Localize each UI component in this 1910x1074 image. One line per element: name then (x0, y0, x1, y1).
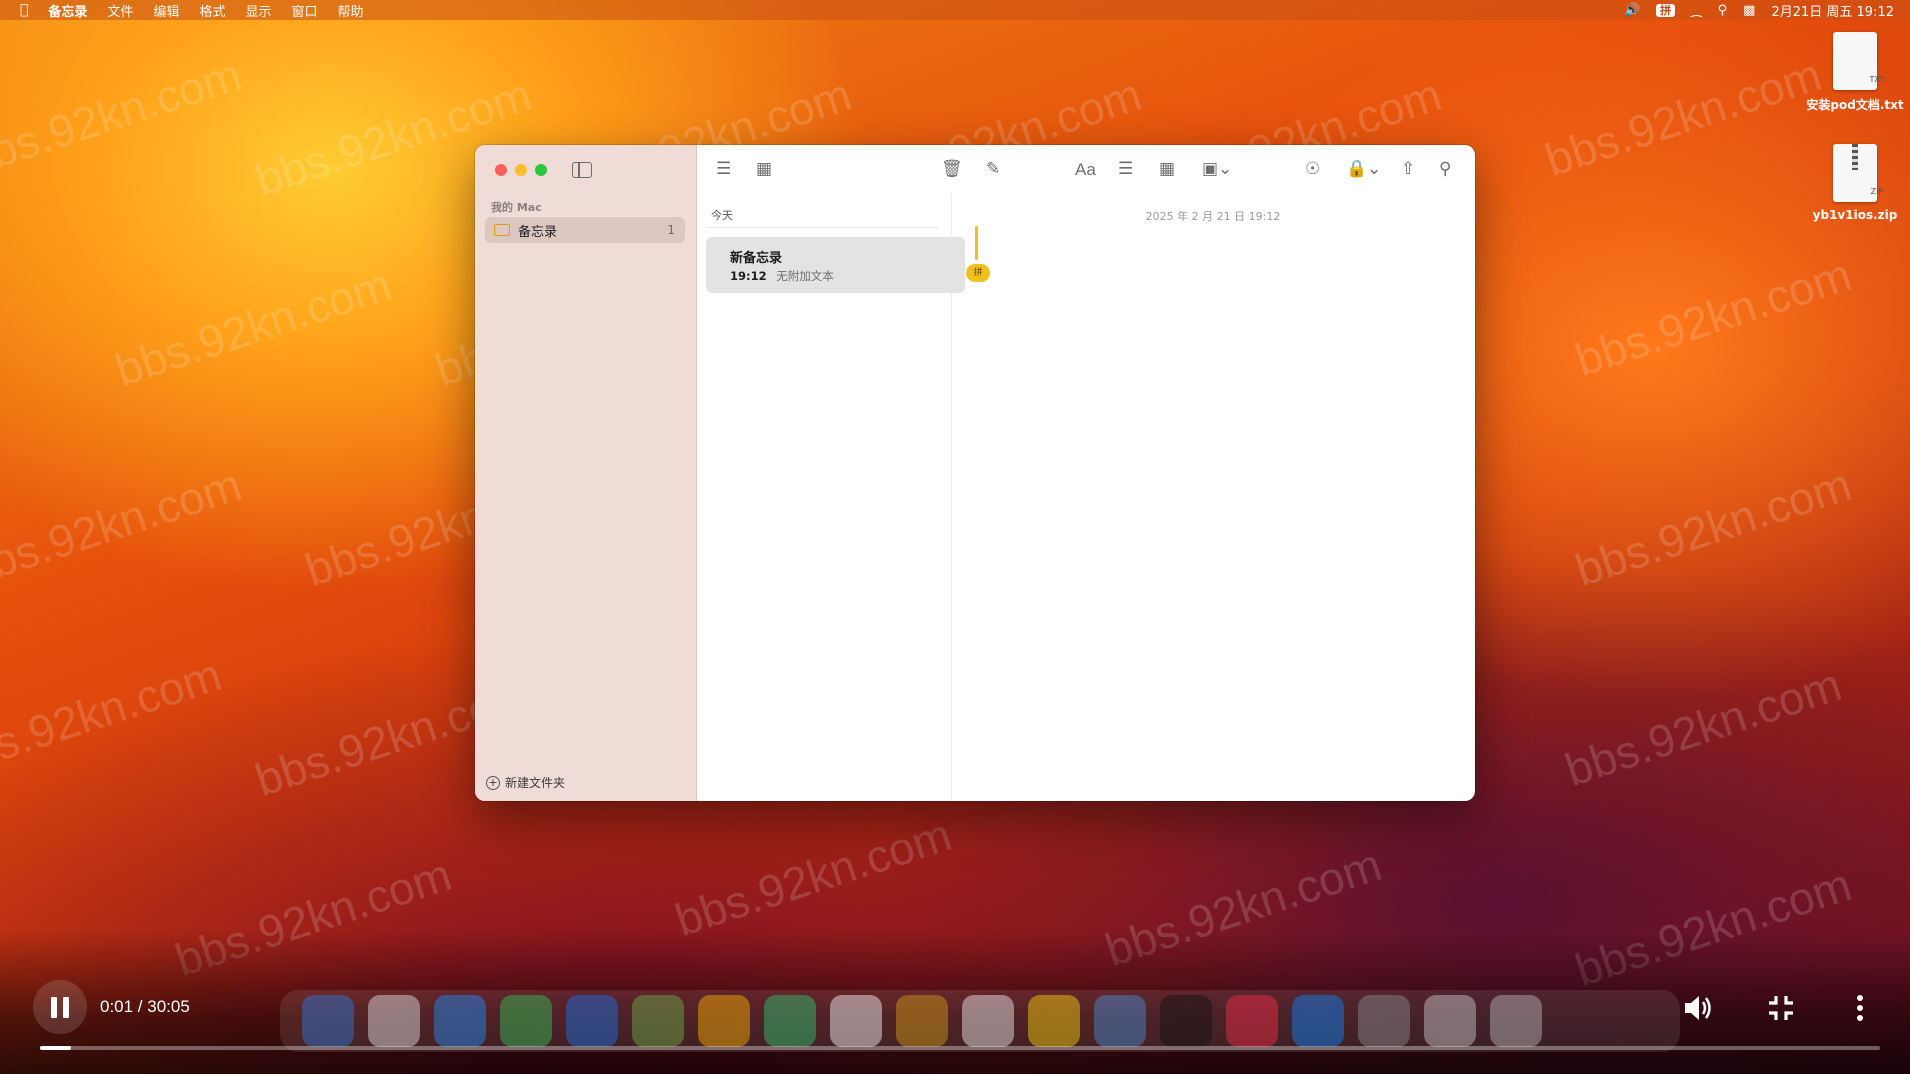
list-group-header: 今天 (711, 209, 733, 222)
media-icon[interactable]: ▣⌄ (1202, 161, 1232, 178)
watermark-text: bbs.92kn.com (668, 808, 958, 946)
folder-count: 1 (667, 223, 675, 237)
text-format-icon[interactable]: Aa (1075, 161, 1096, 178)
note-date: 2025 年 2 月 21 日 19:12 (1145, 210, 1281, 223)
contacts-icon[interactable] (896, 995, 948, 1047)
freeform-icon[interactable] (1094, 995, 1146, 1047)
watermark-text: bbs.92kn.com (1558, 658, 1848, 796)
music-icon[interactable] (1226, 995, 1278, 1047)
spotlight-search-icon[interactable]: ⚲ (1710, 3, 1736, 18)
watermark-text: bbs.92kn.com (108, 258, 398, 396)
notes-window: 我的 Mac 备忘录 1 + 新建文件夹 ☰ ▦ 🗑 ✎ Aa ☰ ▦ ▣⌄ ☉… (475, 145, 1475, 801)
more-options-icon[interactable] (1850, 990, 1870, 1026)
menu-app-name[interactable]: 备忘录 (38, 1, 97, 20)
calendar-icon[interactable] (830, 995, 882, 1047)
folder-icon (494, 224, 510, 236)
trash-dock-icon[interactable] (1490, 995, 1542, 1047)
playback-time: 0:01 / 30:05 (100, 997, 190, 1016)
facetime-icon[interactable] (764, 995, 816, 1047)
collaborate-icon[interactable]: ☉ (1305, 161, 1320, 178)
lock-icon[interactable]: 🔒⌄ (1346, 161, 1381, 178)
watermark-text: bbs.92kn.com (1568, 248, 1858, 386)
watermark-text: bbs.92kn.com (0, 458, 248, 596)
menu-bar:  备忘录 文件 编辑 格式 显示 窗口 帮助 🔊 拼 ⁔ ⚲ ▩ 2月21日 … (0, 0, 1910, 20)
checklist-icon[interactable]: ☰ (1118, 161, 1133, 178)
volume-button-icon[interactable] (1680, 990, 1716, 1026)
new-folder-label: 新建文件夹 (505, 776, 566, 790)
reminders-icon[interactable] (962, 995, 1014, 1047)
sidebar-item-notes-folder[interactable]: 备忘录 1 (485, 217, 685, 243)
note-editor[interactable]: 2025 年 2 月 21 日 19:12 拼 (951, 193, 1475, 801)
desktop-file-txt[interactable]: TXT 安装pod文档.txt (1800, 32, 1910, 113)
video-progress-track[interactable] (40, 1046, 1880, 1050)
note-list-item[interactable]: 新备忘录 19:12 无附加文本 (706, 237, 965, 293)
search-icon[interactable]: ⚲ (1439, 161, 1451, 178)
sidebar-toggle-icon[interactable] (572, 162, 592, 178)
compose-icon[interactable]: ✎ (986, 161, 1000, 178)
list-divider (708, 227, 939, 228)
pause-button[interactable] (33, 980, 87, 1034)
volume-icon[interactable]: 🔊 (1616, 3, 1648, 18)
close-window-button[interactable] (495, 164, 507, 176)
new-folder-button[interactable]: + 新建文件夹 (486, 774, 565, 791)
folder-label: 备忘录 (518, 224, 558, 240)
menu-edit[interactable]: 编辑 (143, 1, 189, 20)
sidebar: 我的 Mac 备忘录 1 + 新建文件夹 (475, 145, 697, 801)
watermark-text: bbs.92kn.com (0, 48, 248, 186)
messages-icon[interactable] (500, 995, 552, 1047)
gallery-view-icon[interactable]: ▦ (756, 161, 772, 178)
photos-icon[interactable] (698, 995, 750, 1047)
video-progress-fill (40, 1046, 72, 1050)
maps-icon[interactable] (632, 995, 684, 1047)
note-list: 今天 新备忘录 19:12 无附加文本 (696, 193, 965, 801)
watermark-text: bbs.92kn.com (1538, 48, 1828, 186)
watermark-text: bbs.92kn.com (1568, 458, 1858, 596)
preview-icon[interactable] (1424, 995, 1476, 1047)
share-icon[interactable]: ⇧ (1401, 161, 1415, 178)
note-time: 19:12 (730, 269, 767, 283)
note-preview: 无附加文本 (776, 269, 834, 283)
minimize-window-button[interactable] (515, 164, 527, 176)
table-icon[interactable]: ▦ (1159, 161, 1175, 178)
desktop-file-label: 安装pod文档.txt (1806, 98, 1904, 112)
menu-window[interactable]: 窗口 (281, 1, 327, 20)
mic-indicator-icon[interactable]: ⁔ (1683, 3, 1709, 18)
list-view-icon[interactable]: ☰ (716, 161, 731, 178)
notes-app-icon[interactable] (1028, 995, 1080, 1047)
apple-menu-icon[interactable]:  (0, 2, 38, 18)
desktop-file-label: yb1v1ios.zip (1812, 208, 1898, 222)
safari-icon[interactable] (434, 995, 486, 1047)
plus-circle-icon: + (486, 775, 500, 790)
menu-file[interactable]: 文件 (97, 1, 143, 20)
control-center-icon[interactable]: ▩ (1735, 3, 1763, 18)
finder-icon[interactable] (302, 995, 354, 1047)
note-title: 新备忘录 (730, 251, 783, 266)
menu-help[interactable]: 帮助 (328, 1, 374, 20)
menu-format[interactable]: 格式 (189, 1, 235, 20)
zoom-window-button[interactable] (535, 164, 547, 176)
menu-view[interactable]: 显示 (235, 1, 281, 20)
app-store-icon[interactable] (1292, 995, 1344, 1047)
tv-icon[interactable] (1160, 995, 1212, 1047)
text-caret (975, 226, 978, 260)
input-method-indicator[interactable]: 拼 (1648, 2, 1683, 18)
trash-icon[interactable]: 🗑 (941, 161, 963, 178)
text-file-icon: TXT (1833, 32, 1885, 90)
launchpad-icon[interactable] (368, 995, 420, 1047)
system-settings-icon[interactable] (1358, 995, 1410, 1047)
window-controls (495, 164, 547, 176)
zip-file-icon: ZIP (1833, 144, 1883, 202)
note-meta: 19:12 无附加文本 (730, 268, 965, 284)
ime-badge: 拼 (966, 264, 990, 282)
desktop-file-zip[interactable]: ZIP yb1v1ios.zip (1800, 144, 1910, 222)
watermark-text: bbs.92kn.com (0, 648, 228, 786)
exit-fullscreen-icon[interactable] (1763, 990, 1799, 1026)
mail-icon[interactable] (566, 995, 618, 1047)
menu-datetime[interactable]: 2月21日 周五 19:12 (1763, 1, 1902, 20)
dock (280, 990, 1680, 1052)
sidebar-section-title: 我的 Mac (491, 201, 542, 214)
